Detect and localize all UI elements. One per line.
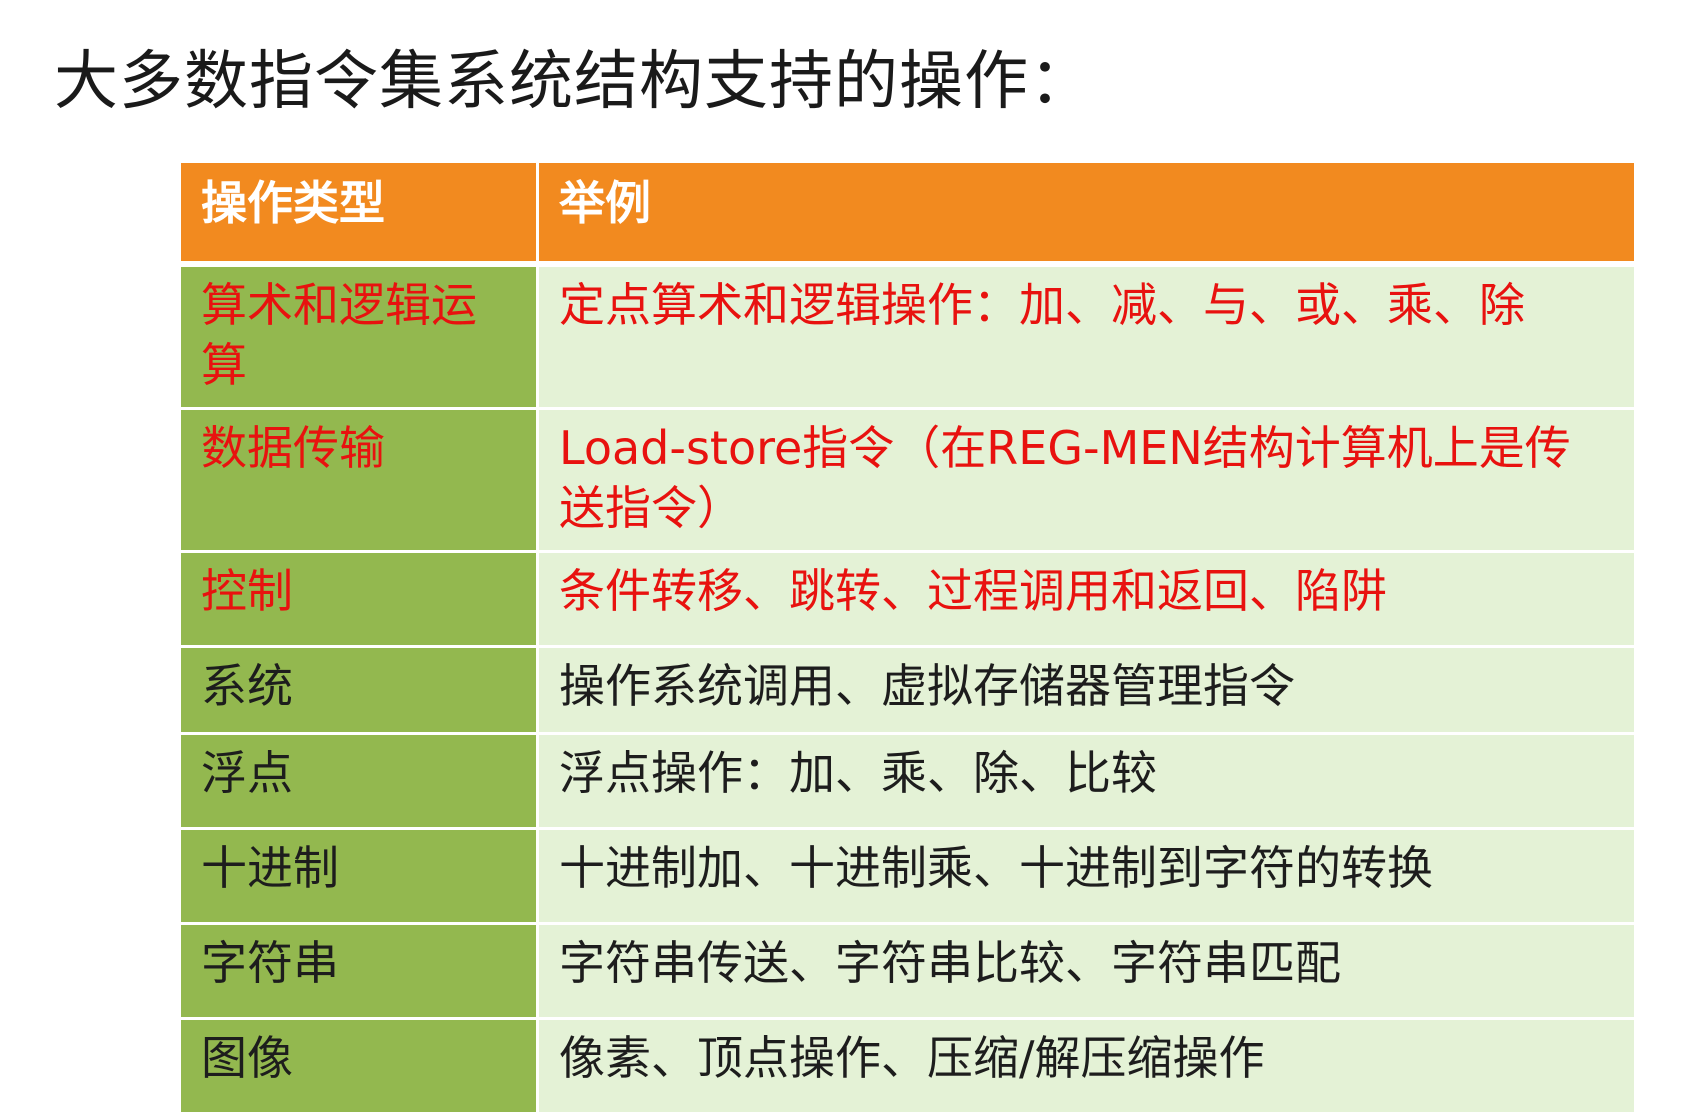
operation-type-cell: 算术和逻辑运算 xyxy=(178,262,539,410)
operation-type-cell: 控制 xyxy=(178,550,539,648)
header-operation-type: 操作类型 xyxy=(178,160,539,267)
page-title: 大多数指令集系统结构支持的操作： xyxy=(54,45,1094,119)
example-cell: 字符串传送、字符串比较、字符串匹配 xyxy=(536,922,1637,1020)
example-cell: 定点算术和逻辑操作：加、减、与、或、乘、除 xyxy=(536,262,1637,410)
operation-type-cell: 浮点 xyxy=(178,732,539,830)
operation-type-cell: 数据传输 xyxy=(178,407,539,553)
example-cell: Load-store指令（在REG-MEN结构计算机上是传送指令） xyxy=(536,407,1637,553)
example-cell: 条件转移、跳转、过程调用和返回、陷阱 xyxy=(536,550,1637,648)
example-cell: 像素、顶点操作、压缩/解压缩操作 xyxy=(536,1017,1637,1115)
operation-type-cell: 十进制 xyxy=(178,827,539,925)
operation-type-cell: 系统 xyxy=(178,645,539,735)
table-row: 字符串 字符串传送、字符串比较、字符串匹配 xyxy=(178,922,1637,1020)
operation-type-cell: 图像 xyxy=(178,1017,539,1115)
operation-type-cell: 字符串 xyxy=(178,922,539,1020)
table-header-row: 操作类型 举例 xyxy=(178,160,1637,267)
table-row: 图像 像素、顶点操作、压缩/解压缩操作 xyxy=(178,1017,1637,1115)
table-row: 系统 操作系统调用、虚拟存储器管理指令 xyxy=(178,645,1637,735)
example-cell: 十进制加、十进制乘、十进制到字符的转换 xyxy=(536,827,1637,925)
example-cell: 浮点操作：加、乘、除、比较 xyxy=(536,732,1637,830)
operations-table: 操作类型 举例 算术和逻辑运算 定点算术和逻辑操作：加、减、与、或、乘、除 数据… xyxy=(178,160,1637,1115)
example-cell: 操作系统调用、虚拟存储器管理指令 xyxy=(536,645,1637,735)
table-row: 算术和逻辑运算 定点算术和逻辑操作：加、减、与、或、乘、除 xyxy=(178,262,1637,410)
header-example: 举例 xyxy=(536,160,1637,267)
table-row: 浮点 浮点操作：加、乘、除、比较 xyxy=(178,732,1637,830)
table-row: 控制 条件转移、跳转、过程调用和返回、陷阱 xyxy=(178,550,1637,648)
table-row: 数据传输 Load-store指令（在REG-MEN结构计算机上是传送指令） xyxy=(178,407,1637,553)
table-row: 十进制 十进制加、十进制乘、十进制到字符的转换 xyxy=(178,827,1637,925)
